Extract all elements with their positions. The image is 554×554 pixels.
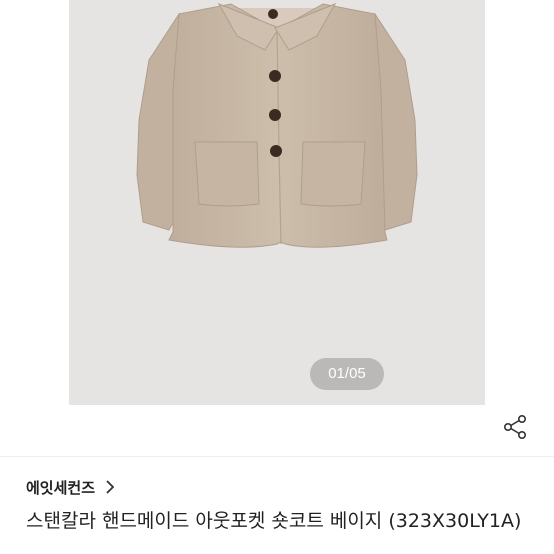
- chevron-right-icon: [105, 480, 115, 494]
- image-page-indicator: 01/05: [310, 358, 384, 390]
- section-divider: [0, 456, 554, 457]
- share-button[interactable]: [498, 410, 532, 444]
- seller-name: 에잇세컨즈: [26, 478, 96, 497]
- product-image-gallery[interactable]: 01/05: [69, 0, 485, 405]
- product-title: 스탠칼라 핸드메이드 아웃포켓 숏코트 베이지 (323X30LY1A): [26, 510, 522, 532]
- product-photo: [136, 3, 418, 248]
- seller-link[interactable]: 에잇세컨즈: [26, 475, 115, 499]
- share-icon: [503, 414, 526, 439]
